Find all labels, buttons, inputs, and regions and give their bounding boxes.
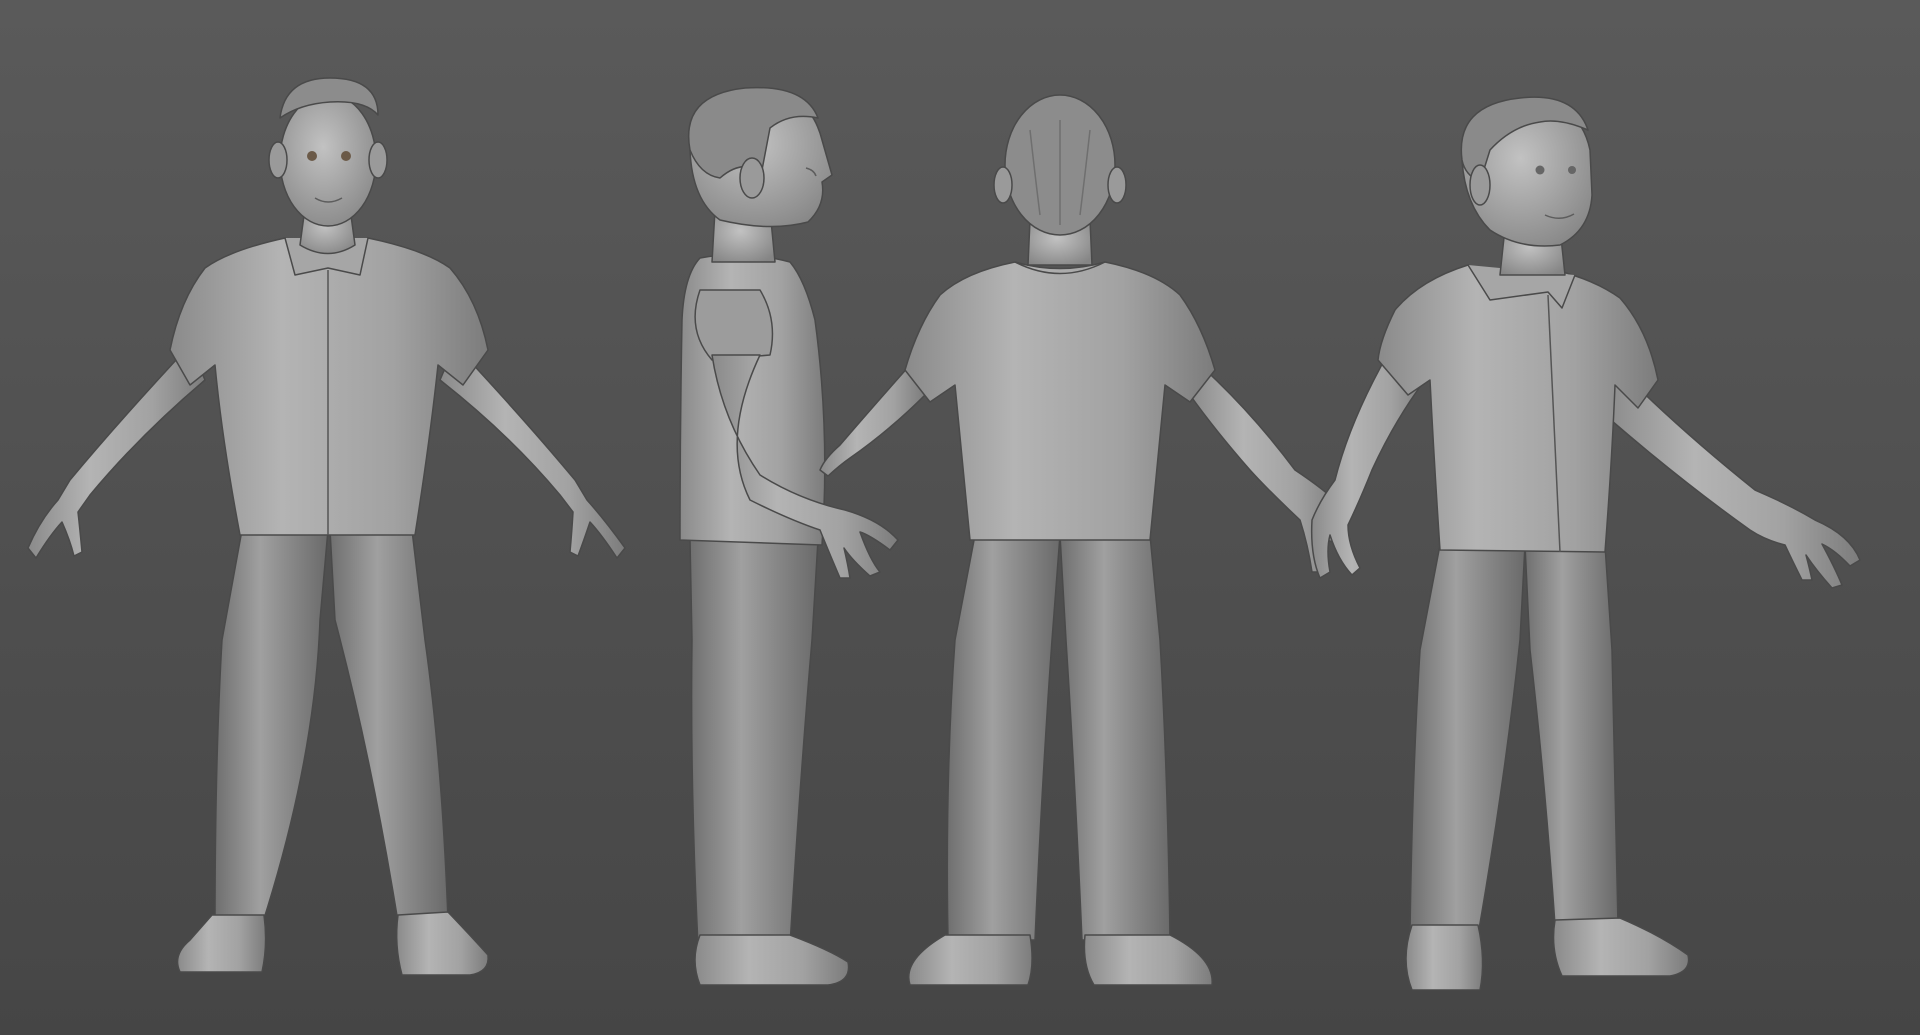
turnaround-viewport <box>0 0 1920 1035</box>
turnaround-canvas <box>0 0 1920 1035</box>
floor-shadow <box>0 990 1920 1035</box>
